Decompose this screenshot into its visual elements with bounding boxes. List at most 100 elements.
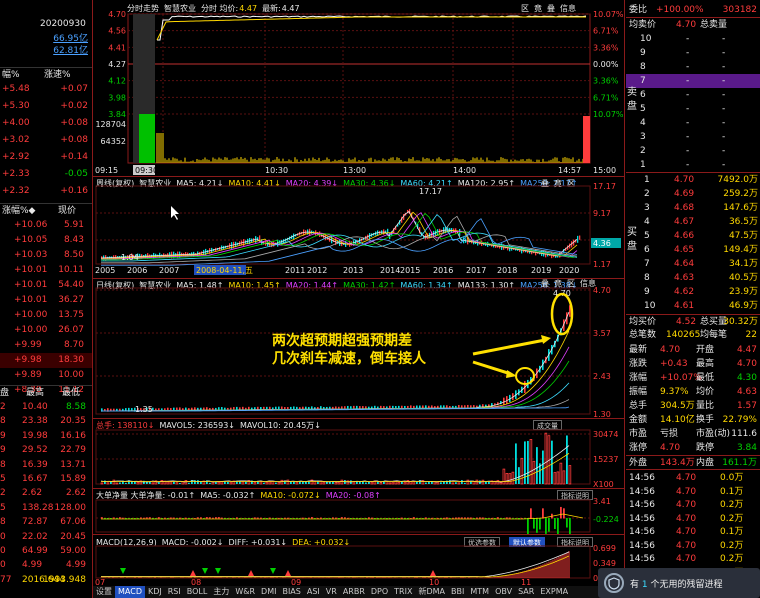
tab-obv[interactable]: OBV	[492, 586, 515, 598]
bid-row[interactable]: 8 4.63 40.5万	[626, 271, 760, 285]
list-item[interactable]: +2.33 -0.05	[0, 167, 92, 182]
list-header-1[interactable]: 幅% 涨速%	[0, 67, 92, 82]
net-bar	[560, 506, 562, 519]
ask-row[interactable]: 5 - -	[626, 102, 760, 116]
low-cell: 2.62	[65, 488, 86, 499]
bid-row[interactable]: 6 4.65 149.4万	[626, 243, 760, 257]
list-item[interactable]: +4.00 +0.08	[0, 116, 92, 131]
list-item[interactable]: 0 22.02 20.45	[0, 530, 92, 545]
tab-dpo[interactable]: DPO	[368, 586, 391, 598]
bid-row[interactable]: 10 4.61 46.9万	[626, 299, 760, 313]
tab-arbr[interactable]: ARBR	[340, 586, 368, 598]
net-chart[interactable]: 3.41 -0.224	[93, 488, 625, 534]
volume-bar	[100, 482, 104, 485]
bid-row[interactable]: 2 4.69 259.2万	[626, 187, 760, 201]
list-item[interactable]: 8 23.38 20.35	[0, 414, 92, 429]
list-item[interactable]: +9.89 10.00	[0, 368, 92, 383]
tab-trix[interactable]: TRIX	[391, 586, 415, 598]
ask-row[interactable]: 7 - -	[626, 74, 760, 88]
list-item[interactable]: 5 16.67 15.89	[0, 472, 92, 487]
list-item[interactable]: +9.99 8.70	[0, 338, 92, 353]
change-pct: +2.32	[2, 186, 30, 196]
list-item[interactable]: 9 29.52 22.79	[0, 443, 92, 458]
tab-asi[interactable]: ASI	[304, 586, 323, 598]
net-bar	[479, 517, 481, 519]
list-item[interactable]: +10.01 36.27	[0, 293, 92, 308]
net-bar	[260, 517, 262, 519]
tab-macd[interactable]: MACD	[115, 586, 145, 598]
ask-row[interactable]: 9 - -	[626, 46, 760, 60]
ask-row[interactable]: 8 - -	[626, 60, 760, 74]
bid-row[interactable]: 9 4.62 23.9万	[626, 285, 760, 299]
list-item[interactable]: +10.00 26.07	[0, 323, 92, 338]
list-item[interactable]: 0 64.99 59.00	[0, 544, 92, 559]
bid-row[interactable]: 4 4.67 36.5万	[626, 215, 760, 229]
list-item[interactable]: 2 2.62 2.62	[0, 486, 92, 501]
tab-rsi[interactable]: RSI	[165, 586, 184, 598]
list-item[interactable]: +9.98 18.30	[0, 353, 92, 368]
ask-row[interactable]: 2 - -	[626, 144, 760, 158]
volume-bar	[160, 480, 164, 485]
list-item[interactable]: +5.48 +0.07	[0, 82, 92, 97]
amount-link-2[interactable]: 62.81亿	[53, 44, 88, 59]
net-bar	[320, 517, 322, 519]
minute-chart[interactable]: 4.70 4.56 4.41 4.27 4.12 3.98 3.84 10.07% 6.71% 3…	[93, 0, 625, 176]
list-item[interactable]: 5 138.28 128.00	[0, 501, 92, 516]
tab-vr[interactable]: VR	[323, 586, 340, 598]
bid-row[interactable]: 3 4.68 147.6万	[626, 201, 760, 215]
volume-chart[interactable]: 30474 15237 X100	[93, 418, 625, 488]
process-toast[interactable]: 有 1 个无用的残留进程	[598, 568, 760, 598]
volume-bar	[488, 481, 490, 484]
list-item[interactable]: +2.32 +0.16	[0, 184, 92, 199]
tick-row: 14:56 4.70 0.1万	[626, 485, 760, 499]
net-bar	[515, 518, 517, 519]
list-item[interactable]: 2 10.40 8.58	[0, 400, 92, 415]
list-item[interactable]: 0 4.99 4.99	[0, 558, 92, 573]
tab-sar[interactable]: SAR	[515, 586, 537, 598]
list-item[interactable]: +10.00 13.75	[0, 308, 92, 323]
tick-time: 14:56	[629, 473, 655, 483]
sell-signal-icon	[190, 570, 196, 576]
tab-bias[interactable]: BIAS	[279, 586, 303, 598]
list-header-2[interactable]: 涨幅%◆ 现价	[0, 203, 92, 218]
bid-level: 6	[644, 245, 650, 255]
ask-row[interactable]: 3 - -	[626, 130, 760, 144]
bid-row[interactable]: 7 4.64 34.1万	[626, 257, 760, 271]
tab-dmi[interactable]: DMI	[258, 586, 279, 598]
tab-expma[interactable]: EXPMA	[537, 586, 571, 598]
list-item[interactable]: +5.30 +0.02	[0, 99, 92, 114]
ask-level: 6	[640, 90, 646, 100]
ask-row[interactable]: 6 - -	[626, 88, 760, 102]
bid-row[interactable]: 5 4.66 47.5万	[626, 229, 760, 243]
list-item[interactable]: 8 16.39 13.71	[0, 458, 92, 473]
list-item[interactable]: +10.01 10.11	[0, 263, 92, 278]
change-pct: +10.06	[14, 220, 48, 230]
list-item[interactable]: +2.92 +0.14	[0, 150, 92, 165]
ask-level: 4	[640, 118, 646, 128]
list-item[interactable]: 77 2016.644 1993.948	[0, 573, 92, 588]
tab-kdj[interactable]: KDJ	[145, 586, 165, 598]
tab-boll[interactable]: BOLL	[184, 586, 211, 598]
bid-row[interactable]: 1 4.70 7492.0万	[626, 173, 760, 187]
bid-volume: 7492.0万	[717, 175, 759, 185]
tab-设置[interactable]: 设置	[93, 586, 115, 598]
ask-row[interactable]: 4 - -	[626, 116, 760, 130]
list-item[interactable]: +10.06 5.91	[0, 218, 92, 233]
ask-row[interactable]: 10 - -	[626, 32, 760, 46]
tab-bbi[interactable]: BBI	[448, 586, 467, 598]
net-tick: -0.224	[593, 515, 619, 524]
ask-row[interactable]: 1 - -	[626, 158, 760, 172]
list-item[interactable]: 8 72.87 67.06	[0, 515, 92, 530]
macd-chart[interactable]: 0.6990.3490.0000708091011	[93, 534, 625, 586]
list-item[interactable]: +3.02 +0.08	[0, 133, 92, 148]
list-item[interactable]: +10.01 54.40	[0, 278, 92, 293]
tab-mtm[interactable]: MTM	[467, 586, 492, 598]
list-item[interactable]: +10.03 8.50	[0, 248, 92, 263]
tab-主力[interactable]: 主力	[210, 586, 232, 598]
tab-w&r[interactable]: W&R	[232, 586, 258, 598]
kyear-chart[interactable]: 17.179.174.361.174.3617.171.042005200620…	[93, 176, 625, 278]
list-item[interactable]: +10.05 8.43	[0, 233, 92, 248]
tab-新dma[interactable]: 新DMA	[415, 586, 448, 598]
list-header-3[interactable]: 盘最高 最低	[0, 385, 92, 400]
list-item[interactable]: 9 19.98 16.16	[0, 429, 92, 444]
